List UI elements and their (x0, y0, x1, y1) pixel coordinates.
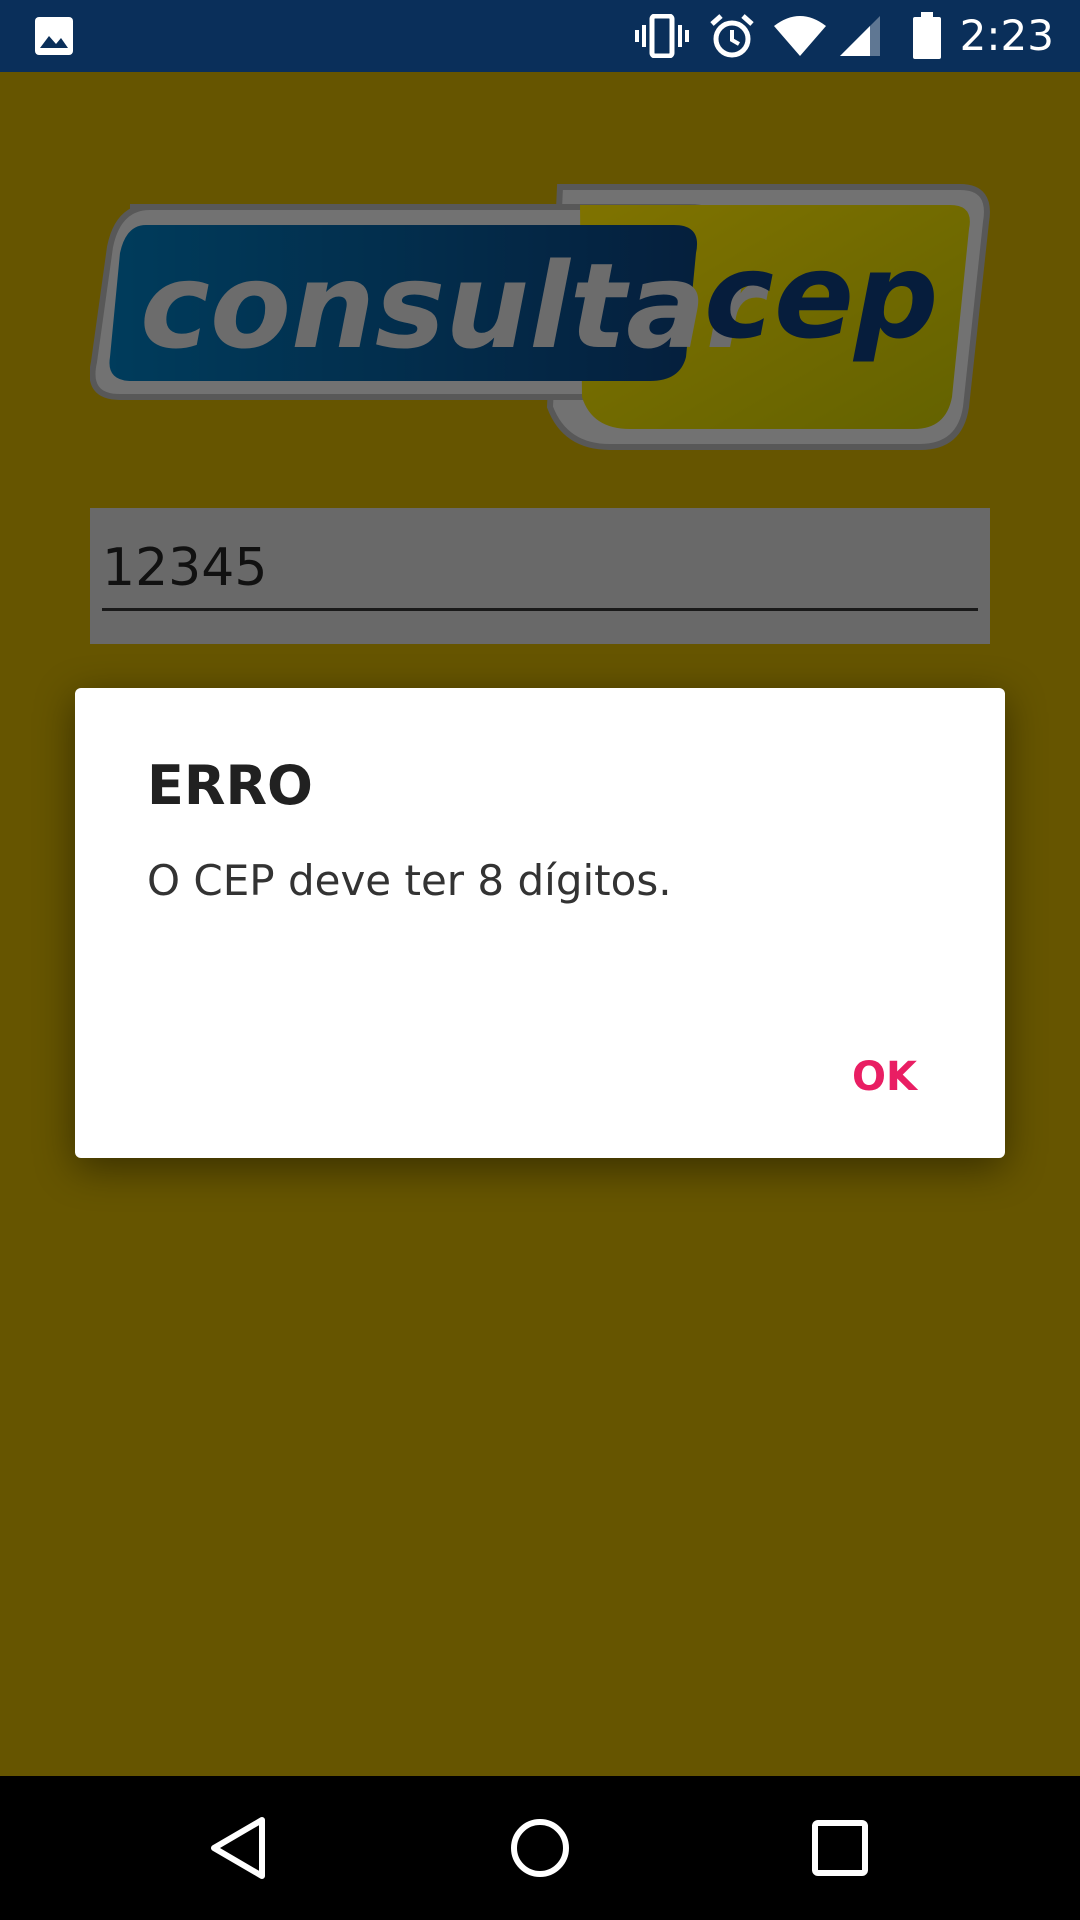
navigation-bar (0, 1776, 1080, 1920)
error-dialog: ERRO O CEP deve ter 8 dígitos. OK (75, 688, 1005, 1158)
status-bar: 2:23 (0, 0, 1080, 72)
back-icon[interactable] (200, 1808, 280, 1888)
cell-signal-icon (838, 14, 882, 63)
wifi-icon (772, 14, 828, 63)
screen: 2:23 12345 ERRO O CEP deve ter 8 dígitos… (0, 0, 1080, 1920)
gallery-notification-icon (34, 16, 74, 61)
vibrate-icon (634, 13, 690, 63)
battery-icon (912, 12, 942, 65)
status-time: 2:23 (959, 11, 1054, 60)
home-icon[interactable] (500, 1808, 580, 1888)
dialog-message: O CEP deve ter 8 dígitos. (147, 856, 672, 905)
dialog-title: ERRO (147, 754, 313, 817)
recents-icon[interactable] (800, 1808, 880, 1888)
alarm-icon (708, 12, 756, 65)
ok-button[interactable]: OK (844, 1046, 925, 1108)
